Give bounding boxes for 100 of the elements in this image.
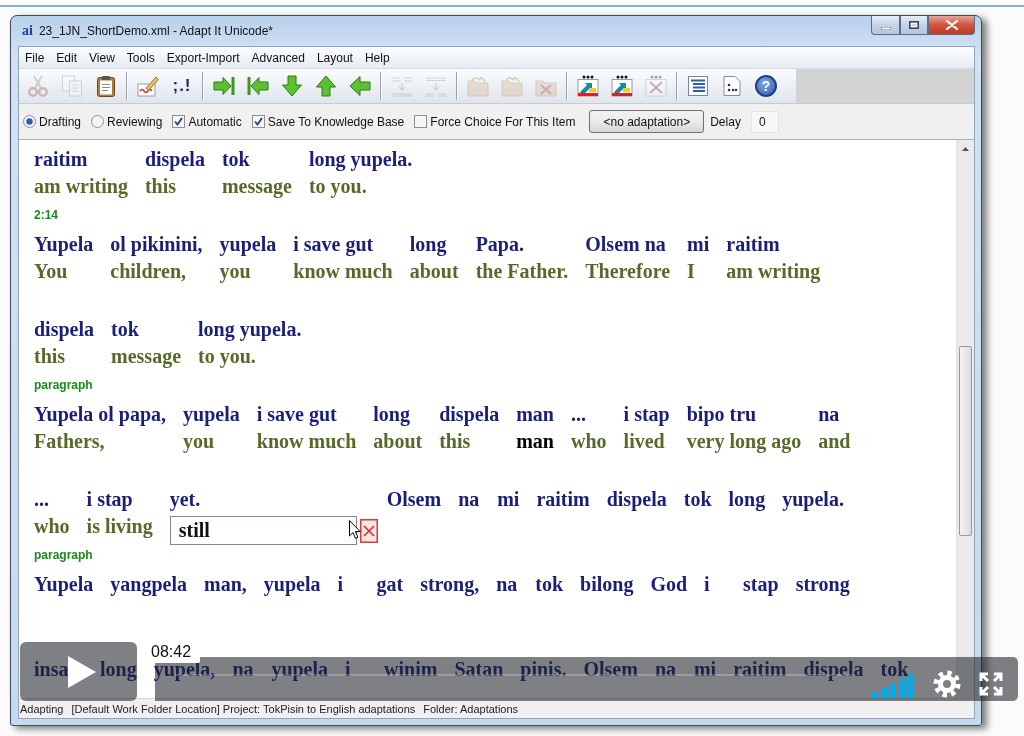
checkbox[interactable] — [251, 115, 265, 128]
list-icon[interactable] — [687, 75, 709, 97]
checkbox[interactable] — [414, 115, 428, 128]
punctuation-tool[interactable]: ;.! — [172, 76, 192, 96]
clipboard-icon[interactable] — [95, 75, 117, 97]
source-word: yet. — [169, 487, 201, 513]
close-icon[interactable] — [359, 519, 378, 543]
maximize-icon — [909, 21, 919, 29]
source-word: na — [458, 487, 480, 512]
source-word: winim — [384, 657, 438, 682]
source-word: i — [337, 572, 344, 597]
source-word: long yupela. — [308, 147, 413, 173]
source-word: dispela — [803, 657, 864, 683]
dots-arrow-icon[interactable] — [611, 75, 633, 97]
menu-item[interactable]: Export-Import — [160, 48, 246, 67]
scrollbar[interactable] — [956, 140, 974, 698]
source-word: raitim — [726, 232, 780, 257]
menu-item[interactable]: Tools — [120, 48, 161, 67]
menu-item[interactable]: Advanced — [245, 48, 311, 67]
radio-button[interactable] — [91, 115, 105, 128]
checkbox-label[interactable]: Automatic — [188, 114, 242, 129]
maximize-button[interactable] — [900, 16, 928, 35]
source-word: stap — [743, 572, 779, 598]
source-word: yangpela — [110, 572, 187, 598]
source-word: yupela — [271, 657, 329, 683]
source-word: dispela — [439, 402, 500, 428]
source-word: i save gut — [293, 232, 374, 258]
delay-field[interactable]: 0 — [750, 110, 779, 133]
target-word: you — [183, 429, 215, 455]
target-word: am writing — [34, 174, 128, 200]
source-word: tok — [221, 147, 250, 172]
minimize-icon — [880, 26, 891, 30]
close-icon — [945, 20, 958, 30]
down-arrow-icon[interactable] — [281, 75, 303, 97]
source-word: ... — [34, 487, 49, 512]
marker-label: paragraph — [34, 548, 93, 562]
source-word: i — [704, 572, 710, 597]
target-word: am writing — [726, 259, 821, 285]
target-word: and — [818, 429, 851, 454]
checkbox-label[interactable]: Save To Knowledge Base — [267, 114, 405, 129]
source-word: pinis. — [520, 657, 567, 683]
source-word: mi — [687, 232, 710, 257]
marker-label: 2:14 — [34, 208, 59, 222]
source-word: yupela — [183, 402, 240, 428]
checkbox-label[interactable]: Force Choice For This Item — [430, 114, 576, 129]
pencil-paper-icon[interactable] — [137, 75, 159, 97]
source-word: dispela — [144, 147, 205, 173]
target-word: children, — [110, 259, 187, 284]
menu-item[interactable]: Layout — [310, 48, 359, 67]
source-word: Yupela — [34, 232, 94, 258]
target-word: man — [516, 429, 554, 454]
source-word: bilong — [580, 572, 634, 598]
fullscreen-icon[interactable] — [979, 672, 1003, 696]
target-word: about — [373, 429, 423, 454]
target-word: lived — [623, 429, 665, 454]
play-button[interactable] — [20, 642, 137, 701]
phrase-box[interactable]: still — [169, 516, 357, 545]
menu-item[interactable]: View — [83, 48, 121, 67]
radio-label[interactable]: Reviewing — [107, 114, 163, 129]
source-word: raitim — [733, 657, 787, 682]
source-word: long — [100, 657, 137, 683]
adaptation-button[interactable]: <no adaptation> — [589, 110, 705, 133]
source-word: Satan — [454, 657, 504, 682]
settings-icon[interactable] — [933, 670, 961, 698]
marker-label: paragraph — [34, 378, 93, 392]
scroll-up-icon[interactable] — [962, 147, 969, 151]
source-word: ol pikinini, — [110, 232, 203, 258]
bar-arrow-icon[interactable] — [247, 75, 269, 97]
source-word: i stap — [623, 402, 670, 428]
target-word: to you. — [198, 344, 256, 370]
target-word: Fathers, — [34, 429, 105, 454]
volume-icon[interactable] — [872, 674, 914, 698]
target-word: who — [34, 514, 70, 539]
source-word: yupela. — [782, 487, 844, 513]
target-word: message — [111, 344, 181, 370]
source-word: tok — [683, 487, 712, 512]
target-word: message — [221, 174, 292, 200]
target-word: is living — [86, 514, 153, 540]
radio-label[interactable]: Drafting — [39, 114, 82, 129]
source-word: Yupela — [34, 572, 94, 598]
menu-item[interactable]: File — [19, 48, 51, 67]
arrow-to-bar-icon[interactable] — [213, 75, 235, 97]
checkbox[interactable] — [172, 115, 186, 128]
close-button[interactable] — [928, 16, 975, 35]
menu-item[interactable]: Edit — [50, 48, 84, 67]
source-word: dispela — [606, 487, 667, 513]
minimize-button[interactable] — [871, 16, 900, 35]
up-arrow-icon[interactable] — [315, 75, 337, 97]
status-text: [Default Work Folder Location] Project: TokPisin to English adaptations — [71, 702, 416, 715]
source-word: long yupela. — [198, 317, 302, 343]
left-arrow-icon[interactable] — [349, 75, 371, 97]
source-word: strong — [795, 572, 850, 598]
source-word: long — [373, 402, 410, 428]
scrollbar-thumb[interactable] — [959, 346, 972, 536]
source-word: Olsem na — [585, 232, 666, 257]
menu-item[interactable]: Help — [358, 48, 396, 67]
radio-button[interactable] — [23, 115, 36, 128]
dots-arrow-icon[interactable] — [577, 75, 599, 97]
sheet-dots-icon[interactable] — [721, 75, 743, 97]
target-word: know much — [256, 429, 357, 454]
